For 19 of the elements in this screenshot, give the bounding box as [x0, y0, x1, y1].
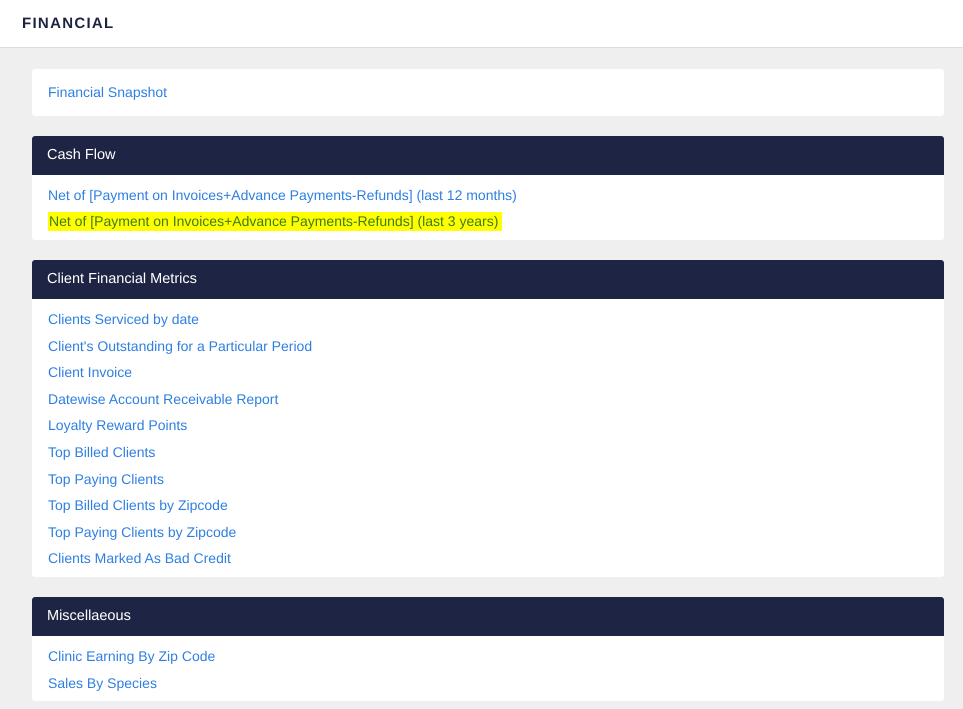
report-link[interactable]: Top Billed Clients: [48, 444, 156, 460]
report-link[interactable]: Client's Outstanding for a Particular Period: [48, 338, 312, 354]
section-title: Client Financial Metrics: [47, 271, 197, 288]
report-link[interactable]: Datewise Account Receivable Report: [48, 390, 278, 407]
report-link[interactable]: Clients Marked As Bad Credit: [48, 550, 231, 566]
report-link[interactable]: Loyalty Reward Points: [48, 417, 188, 434]
section-title: Miscellaeous: [47, 608, 131, 624]
report-link[interactable]: Financial Snapshot: [48, 84, 168, 100]
report-link[interactable]: Clinic Earning By Zip Code: [48, 648, 216, 664]
report-link[interactable]: Net of [Payment on Invoices+Advance Payments-Refunds] (last 3 years): [48, 212, 502, 231]
report-link[interactable]: Clients Serviced by date: [48, 311, 199, 328]
page-title: FINANCIAL: [22, 15, 115, 32]
report-link[interactable]: Top Billed Clients by Zipcode: [48, 497, 228, 514]
report-link[interactable]: Top Paying Clients by Zipcode: [48, 524, 236, 540]
report-link[interactable]: Net of [Payment on Invoices+Advance Payments-Refunds] (last 12 months): [48, 186, 517, 203]
section-title: Cash Flow: [47, 147, 116, 164]
report-link[interactable]: Sales By Species: [48, 674, 157, 691]
report-link[interactable]: Client Invoice: [48, 364, 132, 380]
report-link[interactable]: Top Paying Clients: [48, 470, 164, 487]
